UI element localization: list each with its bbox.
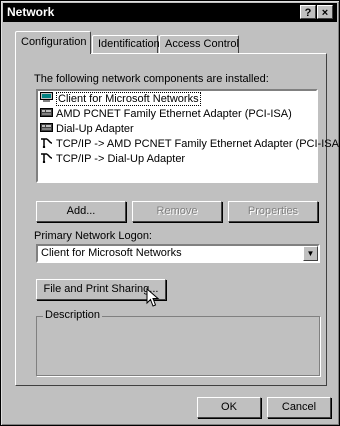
remove-button-label: Remove: [156, 205, 198, 217]
properties-button[interactable]: Properties: [228, 201, 318, 222]
components-label: The following network components are ins…: [34, 73, 269, 85]
tab-access-control-label: Access Control: [165, 38, 239, 50]
remove-button[interactable]: Remove: [132, 201, 222, 222]
list-item-label: TCP/IP -> AMD PCNET Family Ethernet Adap…: [56, 138, 340, 150]
description-label: Description: [43, 309, 103, 321]
window-title: Network: [7, 5, 55, 19]
add-button[interactable]: Add...: [36, 201, 126, 222]
ok-button[interactable]: OK: [197, 397, 261, 418]
protocol-icon: [40, 152, 53, 164]
description-group: Description: [36, 309, 320, 376]
tab-identification[interactable]: Identification: [92, 35, 160, 53]
list-item-label: Dial-Up Adapter: [56, 123, 134, 135]
list-item[interactable]: TCP/IP -> AMD PCNET Family Ethernet Adap…: [40, 137, 340, 152]
client-icon: [40, 92, 53, 103]
tab-configuration[interactable]: Configuration: [15, 31, 91, 54]
configuration-panel: The following network components are ins…: [15, 53, 340, 386]
logon-select[interactable]: Client for Microsoft Networks ▼: [36, 244, 320, 263]
list-item[interactable]: Client for Microsoft Networks: [40, 92, 201, 107]
list-item-label: Client for Microsoft Networks: [56, 92, 201, 106]
properties-button-label: Properties: [247, 205, 299, 217]
ok-button-label: OK: [221, 401, 237, 413]
logon-select-value: Client for Microsoft Networks: [41, 247, 182, 259]
tab-identification-label: Identification: [98, 38, 160, 50]
mouse-pointer-icon: [146, 287, 160, 311]
logon-label: Primary Network Logon:: [34, 230, 152, 242]
network-adapter-icon: [40, 122, 53, 133]
components-list[interactable]: Client for Microsoft Networks AMD PCNET …: [36, 89, 340, 183]
title-bar[interactable]: Network ? ×: [3, 3, 337, 22]
list-item[interactable]: AMD PCNET Family Ethernet Adapter (PCI-I…: [40, 107, 292, 122]
cancel-button-label: Cancel: [281, 401, 317, 413]
list-item[interactable]: TCP/IP -> Dial-Up Adapter: [40, 152, 185, 167]
cancel-button[interactable]: Cancel: [267, 397, 331, 418]
network-dialog: Network ? × Configuration Identification…: [0, 0, 340, 426]
list-item-label: AMD PCNET Family Ethernet Adapter (PCI-I…: [56, 108, 292, 120]
list-item-label: TCP/IP -> Dial-Up Adapter: [56, 153, 186, 165]
close-button[interactable]: ×: [317, 5, 333, 19]
tab-configuration-label: Configuration: [21, 36, 87, 48]
file-print-sharing-label: File and Print Sharing...: [43, 283, 159, 295]
add-button-label: Add...: [66, 205, 96, 217]
network-adapter-icon: [40, 107, 53, 118]
tab-access-control[interactable]: Access Control: [159, 35, 239, 53]
chevron-down-icon[interactable]: ▼: [303, 246, 318, 261]
protocol-icon: [40, 137, 53, 149]
list-item[interactable]: Dial-Up Adapter: [40, 122, 134, 137]
help-button[interactable]: ?: [300, 5, 316, 19]
